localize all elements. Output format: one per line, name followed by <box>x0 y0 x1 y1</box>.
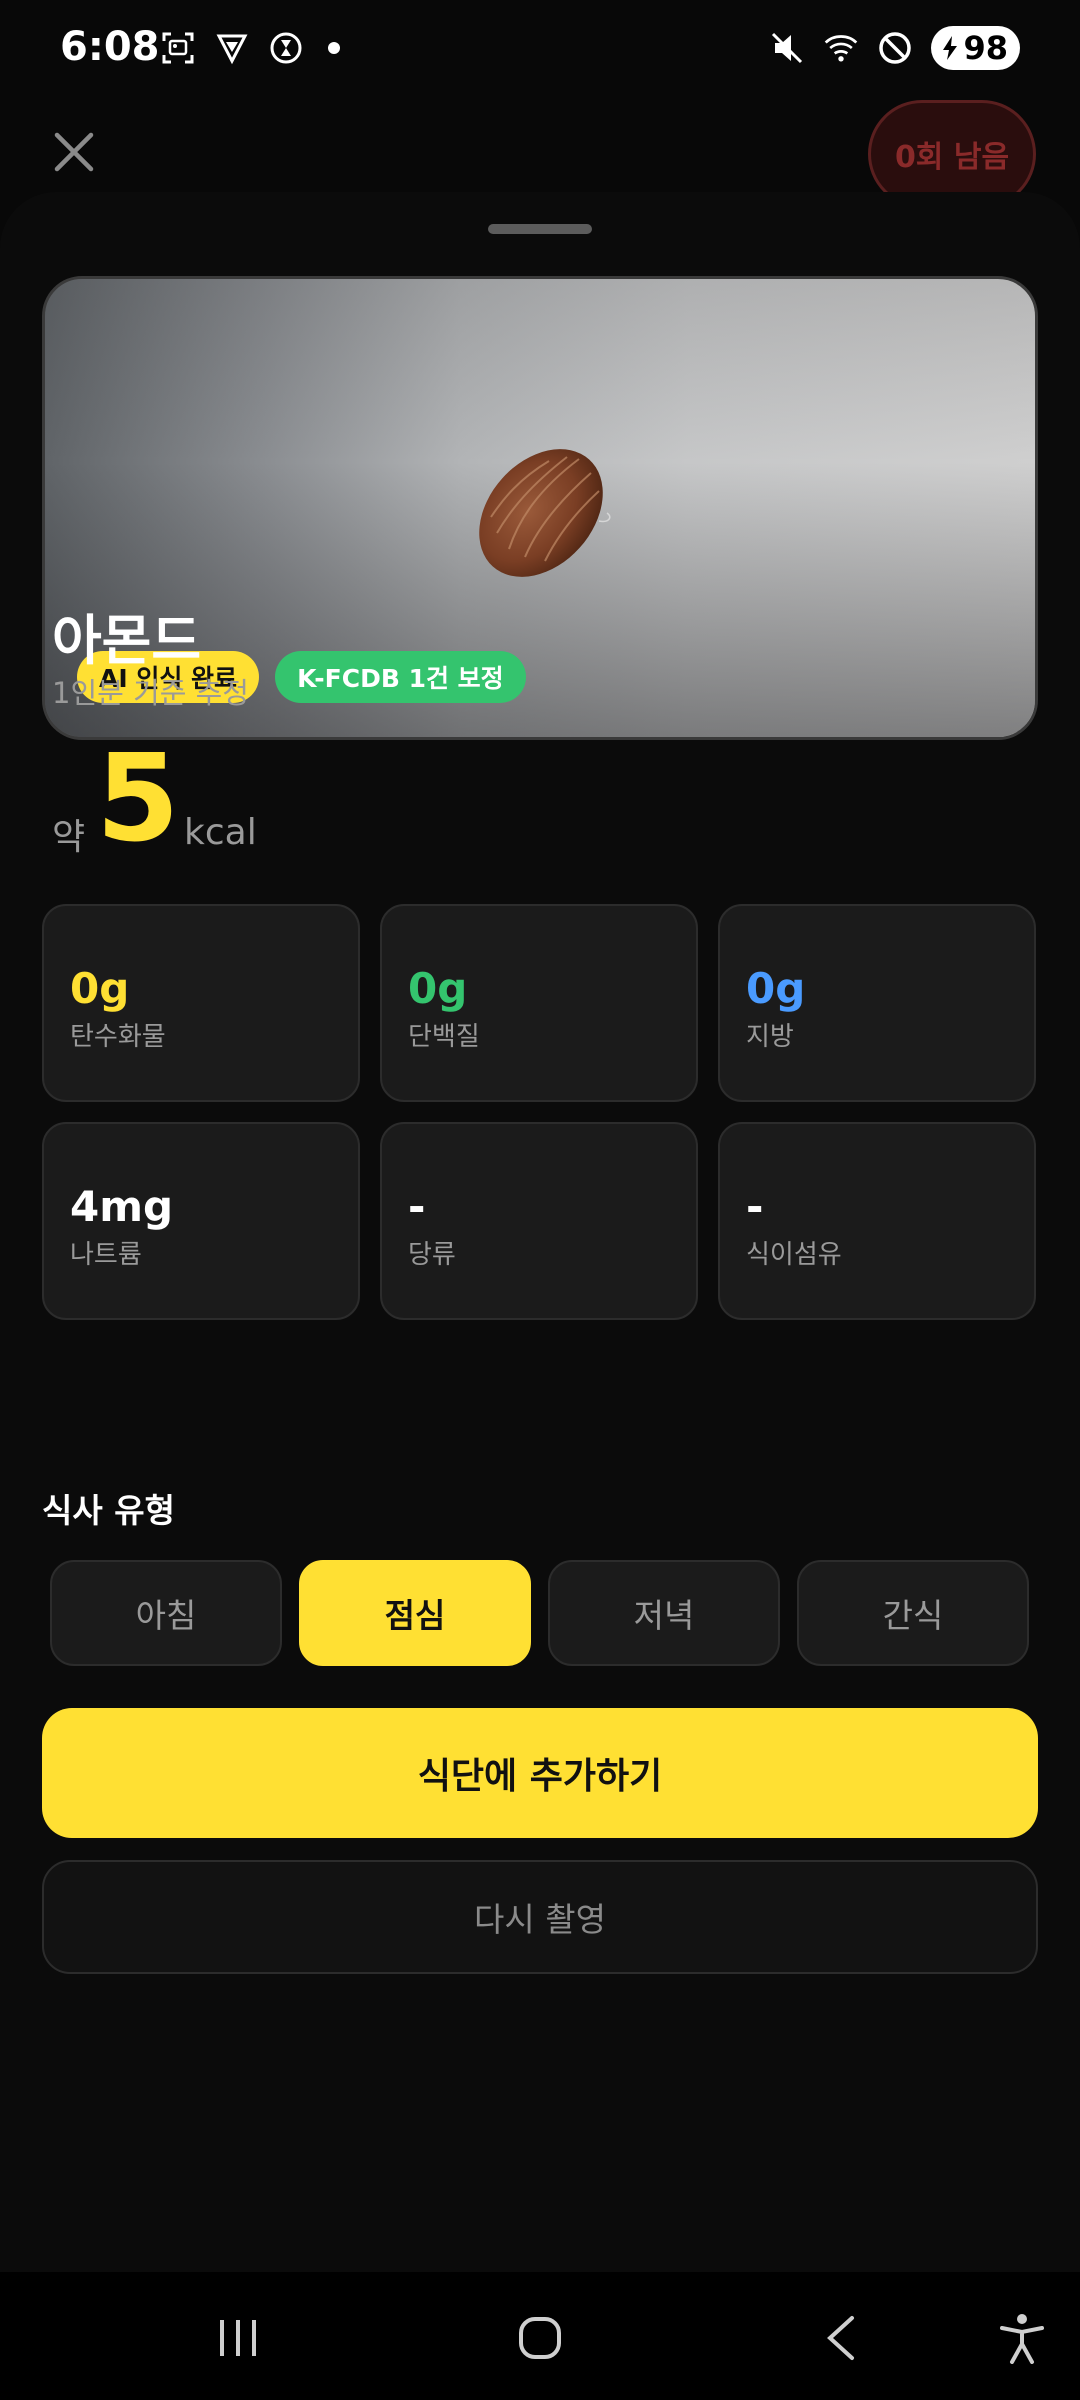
serving-subtitle: 1인분 기준 추정 <box>52 676 249 710</box>
notification-dot <box>328 42 340 54</box>
accessibility-icon <box>1000 2314 1044 2364</box>
kcal-unit: kcal <box>184 812 257 853</box>
sheet-drag-handle[interactable] <box>488 224 592 234</box>
do-not-disturb-icon <box>877 30 913 66</box>
nutrient-value: 0g <box>70 964 130 1013</box>
meal-option-dinner[interactable]: 저녁 <box>548 1560 780 1666</box>
charging-bolt-icon <box>943 36 958 60</box>
nutrient-label: 나트륨 <box>70 1240 142 1270</box>
nutrient-value: 0g <box>408 964 468 1013</box>
battery-level: 98 <box>963 29 1008 67</box>
add-to-diet-button[interactable]: 식단에 추가하기 <box>42 1708 1038 1838</box>
kcal-prefix: 약 <box>52 817 86 858</box>
kcal-value: 5 <box>96 730 180 869</box>
kfcdb-correction-badge: K-FCDB 1건 보정 <box>275 651 526 703</box>
nutrient-card-sugar: - 당류 <box>380 1122 698 1320</box>
battery-indicator: 98 <box>931 26 1020 70</box>
recent-apps-button[interactable] <box>206 2306 270 2370</box>
timer-icon <box>268 30 304 66</box>
wifi-icon <box>823 30 859 66</box>
vpn-shield-icon <box>214 30 250 66</box>
status-time: 6:08 <box>60 24 160 70</box>
accessibility-button[interactable] <box>990 2306 1054 2370</box>
nutrient-label: 지방 <box>746 1022 794 1052</box>
nutrient-card-fiber: - 식이섬유 <box>718 1122 1036 1320</box>
meal-type-title: 식사 유형 <box>42 1491 175 1530</box>
nutrient-card-sodium: 4mg 나트륨 <box>42 1122 360 1320</box>
nutrient-value: - <box>746 1182 764 1231</box>
recent-apps-icon <box>220 2320 256 2356</box>
meal-analysis-screen: 6:08 98 0회 남음 AI 인식 완료 K-FCDB 1건 보정 아몬드 … <box>0 0 1080 2400</box>
nutrient-card-protein: 0g 단백질 <box>380 904 698 1102</box>
screenshot-icon <box>160 30 196 66</box>
close-icon <box>54 132 94 172</box>
home-button[interactable] <box>508 2306 572 2370</box>
food-name: 아몬드 <box>52 609 202 672</box>
system-nav-bar <box>0 2272 1080 2400</box>
close-button[interactable] <box>46 124 102 180</box>
nutrient-label: 단백질 <box>408 1022 480 1052</box>
almond-image <box>479 449 611 577</box>
back-button[interactable] <box>810 2306 874 2370</box>
meal-option-snack[interactable]: 간식 <box>797 1560 1029 1666</box>
home-icon <box>519 2317 561 2359</box>
meal-option-breakfast[interactable]: 아침 <box>50 1560 282 1666</box>
nutrient-value: 0g <box>746 964 806 1013</box>
nutrient-value: 4mg <box>70 1182 174 1231</box>
nutrient-label: 탄수화물 <box>70 1022 166 1052</box>
nutrient-card-carbs: 0g 탄수화물 <box>42 904 360 1102</box>
retake-photo-button[interactable]: 다시 촬영 <box>42 1860 1038 1974</box>
nutrient-label: 당류 <box>408 1240 456 1270</box>
nutrient-card-fat: 0g 지방 <box>718 904 1036 1102</box>
back-icon <box>827 2316 854 2360</box>
nutrient-label: 식이섬유 <box>746 1240 842 1270</box>
nutrient-value: - <box>408 1182 426 1231</box>
status-bar: 6:08 98 <box>0 0 1080 100</box>
mute-icon <box>769 30 805 66</box>
meal-option-lunch[interactable]: 점심 <box>299 1560 531 1666</box>
